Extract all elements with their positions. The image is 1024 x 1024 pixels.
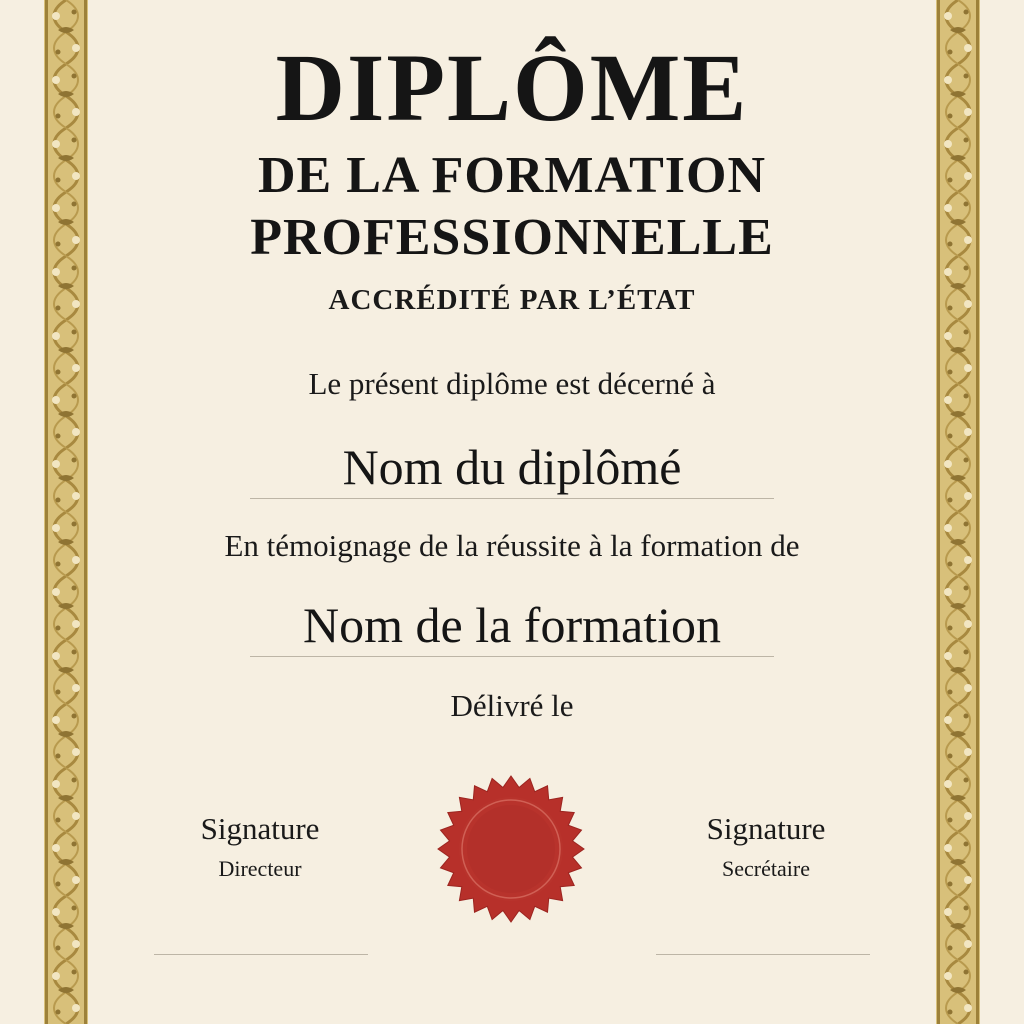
signature-role: Secrétaire	[722, 856, 810, 882]
diploma-certificate: DIPLÔME DE LA FORMATION PROFESSIONNELLE …	[0, 0, 1024, 1024]
awarded-to-text: Le présent diplôme est décerné à	[308, 366, 716, 401]
witness-text: En témoignage de la réussite à la format…	[224, 528, 800, 563]
graduate-name-field: Nom du diplômé	[342, 439, 682, 495]
issued-on-text: Délivré le	[450, 688, 574, 723]
red-wax-seal-icon	[436, 774, 586, 924]
signature-block-director: Signature Directeur	[150, 811, 370, 882]
signature-label: Signature	[200, 811, 320, 846]
signature-line-director	[154, 954, 368, 955]
course-name-field: Nom de la formation	[303, 597, 721, 653]
diploma-subtitle-line1: DE LA FORMATION	[257, 147, 767, 204]
signature-block-secretary: Signature Secrétaire	[656, 811, 876, 882]
signature-label: Signature	[706, 811, 826, 846]
course-name-underline	[250, 656, 774, 657]
signature-role: Directeur	[218, 856, 302, 882]
signature-line-secretary	[656, 954, 870, 955]
diploma-subtitle-line2: PROFESSIONNELLE	[250, 209, 774, 266]
graduate-name-underline	[250, 498, 774, 499]
diploma-title: DIPLÔME	[275, 34, 749, 141]
accreditation-text: ACCRÉDITÉ PAR L’ÉTAT	[328, 284, 696, 316]
